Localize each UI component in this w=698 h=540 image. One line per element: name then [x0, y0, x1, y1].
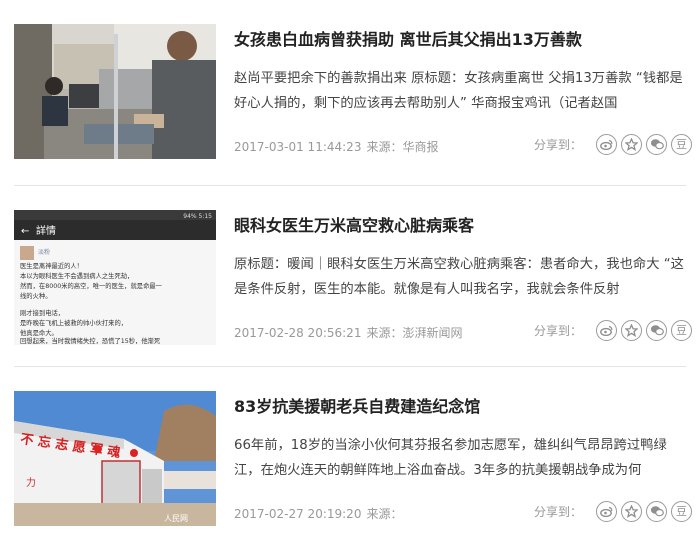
star-icon[interactable]: [621, 500, 643, 522]
phone-status-text: 94% 5:15: [183, 213, 212, 220]
article-date: 2017-02-28 20:56:21: [234, 326, 362, 340]
news-item[interactable]: 不 忘 志 愿 军 魂 力 人民网 83岁抗美援朝老兵自费建造纪念馆 66年前，…: [0, 377, 698, 540]
share-label: 分享到：: [534, 504, 583, 519]
article-meta: 2017-02-28 20:56:21 来源：澎湃新闻网: [234, 324, 467, 341]
share-label: 分享到：: [534, 137, 583, 152]
article-source: 来源：澎湃新闻网: [366, 326, 463, 340]
article-summary: 66年前，18岁的当涂小伙何其芬报名参加志愿军，雄纠纠气昂昂跨过鸭绿江，在炮火连…: [234, 438, 667, 478]
article-date: 2017-03-01 11:44:23: [234, 140, 362, 154]
weibo-icon[interactable]: [596, 133, 618, 155]
post-line: 回想起来，当时我情绪失控，恐慌了15秒，他渐死: [20, 336, 161, 345]
wechat-icon[interactable]: [646, 133, 668, 155]
star-icon[interactable]: [621, 319, 643, 341]
article-summary: 原标题：暖闻｜眼科女医生万米高空救心脏病乘客：患者命大，我也命大 “这是条件反射…: [234, 257, 684, 297]
article-meta: 2017-03-01 11:44:23 来源：华商报: [234, 138, 443, 155]
news-item[interactable]: 94% 5:15 ← 詳情 淡粉 医生是离神最近的人！ 本以为眼科医生不会遇到病…: [0, 196, 698, 366]
wall-character: 力: [26, 476, 36, 489]
post-line: 他真是命大。: [20, 328, 58, 337]
article-date: 2017-02-27 20:19:20: [234, 507, 362, 521]
douban-icon[interactable]: 豆: [671, 500, 693, 522]
article-thumbnail[interactable]: [14, 24, 216, 159]
wechat-icon[interactable]: [646, 319, 668, 341]
article-title[interactable]: 女孩患白血病曾获捐助 离世后其父捐出13万善款: [234, 26, 684, 50]
wechat-icon[interactable]: [646, 500, 668, 522]
phone-header-text: 詳情: [36, 224, 56, 237]
divider: [14, 366, 686, 367]
photo-watermark: 人民网: [164, 514, 188, 523]
share-bar: 分享到： 豆: [534, 499, 693, 523]
share-bar: 分享到： 豆: [534, 318, 693, 342]
post-line: 线的火种。: [20, 291, 51, 300]
article-summary: 赵尚平要把余下的善款捐出来 原标题：女孩病重离世 父捐13万善款 “钱都是好心人…: [234, 71, 683, 111]
back-arrow-icon: ←: [21, 226, 29, 237]
article-source: 来源：: [366, 507, 403, 521]
douban-icon[interactable]: 豆: [671, 319, 693, 341]
douban-icon[interactable]: 豆: [671, 133, 693, 155]
share-label: 分享到：: [534, 323, 583, 338]
article-meta: 2017-02-27 20:19:20 来源：: [234, 505, 407, 522]
post-line: 然而，在8000米的高空，唯一的医生，就是命最一: [20, 281, 163, 290]
article-source: 来源：华商报: [366, 140, 439, 154]
divider: [14, 185, 686, 186]
article-thumbnail[interactable]: 不 忘 志 愿 军 魂 力 人民网: [14, 391, 216, 526]
weibo-icon[interactable]: [596, 319, 618, 341]
star-icon[interactable]: [621, 133, 643, 155]
weibo-icon[interactable]: [596, 500, 618, 522]
article-title[interactable]: 眼科女医生万米高空救心脏病乘客: [234, 212, 684, 236]
post-username: 淡粉: [38, 248, 50, 256]
post-line: 本以为眼科医生不会遇到病人之生死劫，: [20, 271, 133, 280]
share-bar: 分享到： 豆: [534, 132, 693, 156]
post-line: 刚才接到电话，: [20, 308, 64, 317]
article-title[interactable]: 83岁抗美援朝老兵自费建造纪念馆: [234, 393, 684, 417]
news-item[interactable]: 女孩患白血病曾获捐助 离世后其父捐出13万善款 赵尚平要把余下的善款捐出来 原标…: [0, 10, 698, 180]
post-line: 医生是离神最近的人！: [20, 261, 83, 270]
post-line: 是昨晚在飞机上被救的帅小伙打来的，: [20, 318, 127, 327]
article-thumbnail[interactable]: 94% 5:15 ← 詳情 淡粉 医生是离神最近的人！ 本以为眼科医生不会遇到病…: [14, 210, 216, 345]
